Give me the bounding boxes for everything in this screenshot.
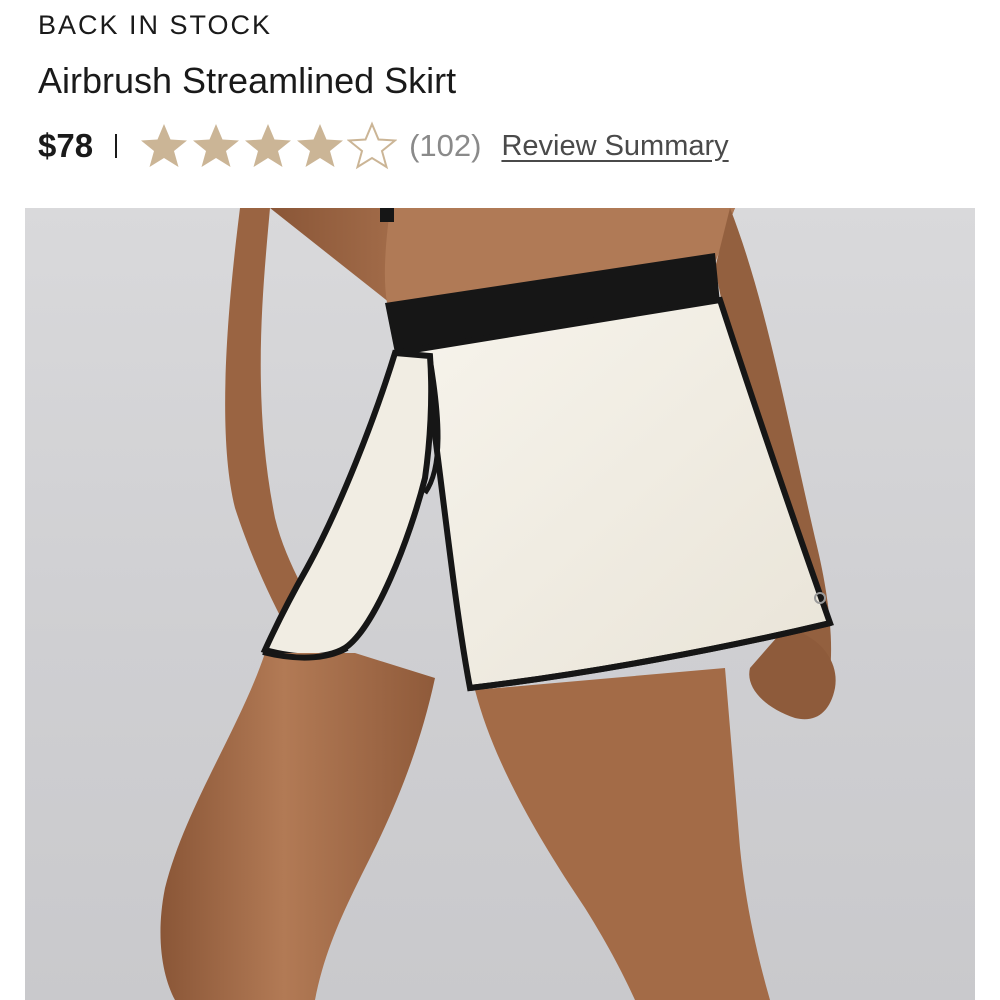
star-filled-icon bbox=[245, 124, 292, 167]
product-title: Airbrush Streamlined Skirt bbox=[38, 60, 457, 101]
product-page: BACK IN STOCK Airbrush Streamlined Skirt… bbox=[0, 0, 1000, 1000]
star-rating[interactable] bbox=[139, 121, 398, 171]
star-outline-icon bbox=[347, 121, 398, 170]
price-divider bbox=[115, 134, 118, 158]
price-rating-row: $78 (102) Review Summary bbox=[38, 118, 729, 174]
product-photo-illustration bbox=[160, 208, 836, 1000]
star-filled-icon bbox=[141, 124, 188, 167]
product-price: $78 bbox=[38, 127, 94, 164]
product-image[interactable] bbox=[25, 208, 975, 1000]
stock-badge: BACK IN STOCK bbox=[38, 10, 273, 40]
review-summary-link[interactable]: Review Summary bbox=[501, 130, 728, 163]
star-filled-icon bbox=[297, 124, 344, 167]
review-count: (102) bbox=[409, 128, 482, 163]
star-filled-icon bbox=[193, 124, 240, 167]
